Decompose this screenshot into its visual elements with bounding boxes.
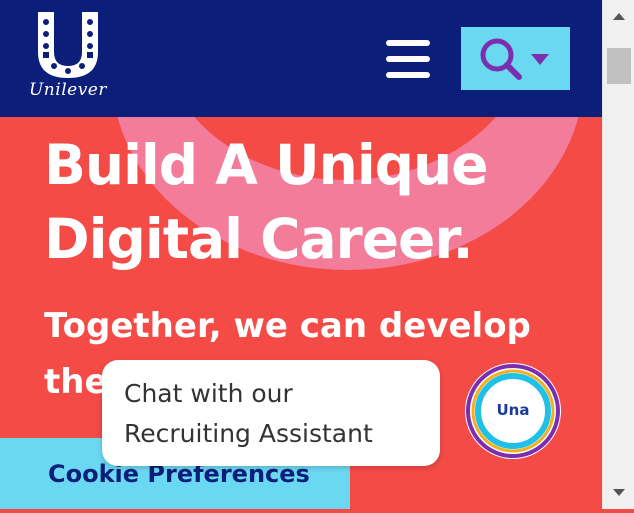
hero-title: Build A Unique Digital Career.	[44, 133, 489, 271]
hamburger-menu-icon-bar	[386, 72, 430, 78]
scrollbar-thumb[interactable]	[607, 48, 631, 84]
caret-down-icon	[531, 54, 549, 65]
scroll-up-arrow-icon[interactable]	[603, 0, 634, 32]
hamburger-menu-icon	[386, 40, 430, 46]
scroll-down-arrow-icon[interactable]	[603, 477, 634, 509]
hamburger-menu-icon-bar	[386, 56, 430, 62]
page-viewport: Unilever Build A Unique Digital Career. …	[0, 0, 602, 509]
unilever-logo[interactable]: Unilever	[24, 8, 112, 100]
chat-assistant-launcher[interactable]: Una	[463, 361, 563, 461]
brand-wordmark: Unilever	[28, 80, 107, 100]
search-icon	[480, 38, 522, 80]
hamburger-menu-button[interactable]	[382, 36, 434, 82]
site-header: Unilever	[0, 0, 602, 117]
unilever-u-mark-icon	[38, 12, 98, 78]
chat-prompt-bubble[interactable]: Chat with our Recruiting Assistant	[102, 360, 440, 466]
chat-prompt-text: Chat with our Recruiting Assistant	[124, 379, 373, 448]
assistant-name: Una	[496, 401, 530, 419]
vertical-scrollbar[interactable]	[602, 0, 634, 509]
search-button[interactable]	[461, 27, 570, 90]
